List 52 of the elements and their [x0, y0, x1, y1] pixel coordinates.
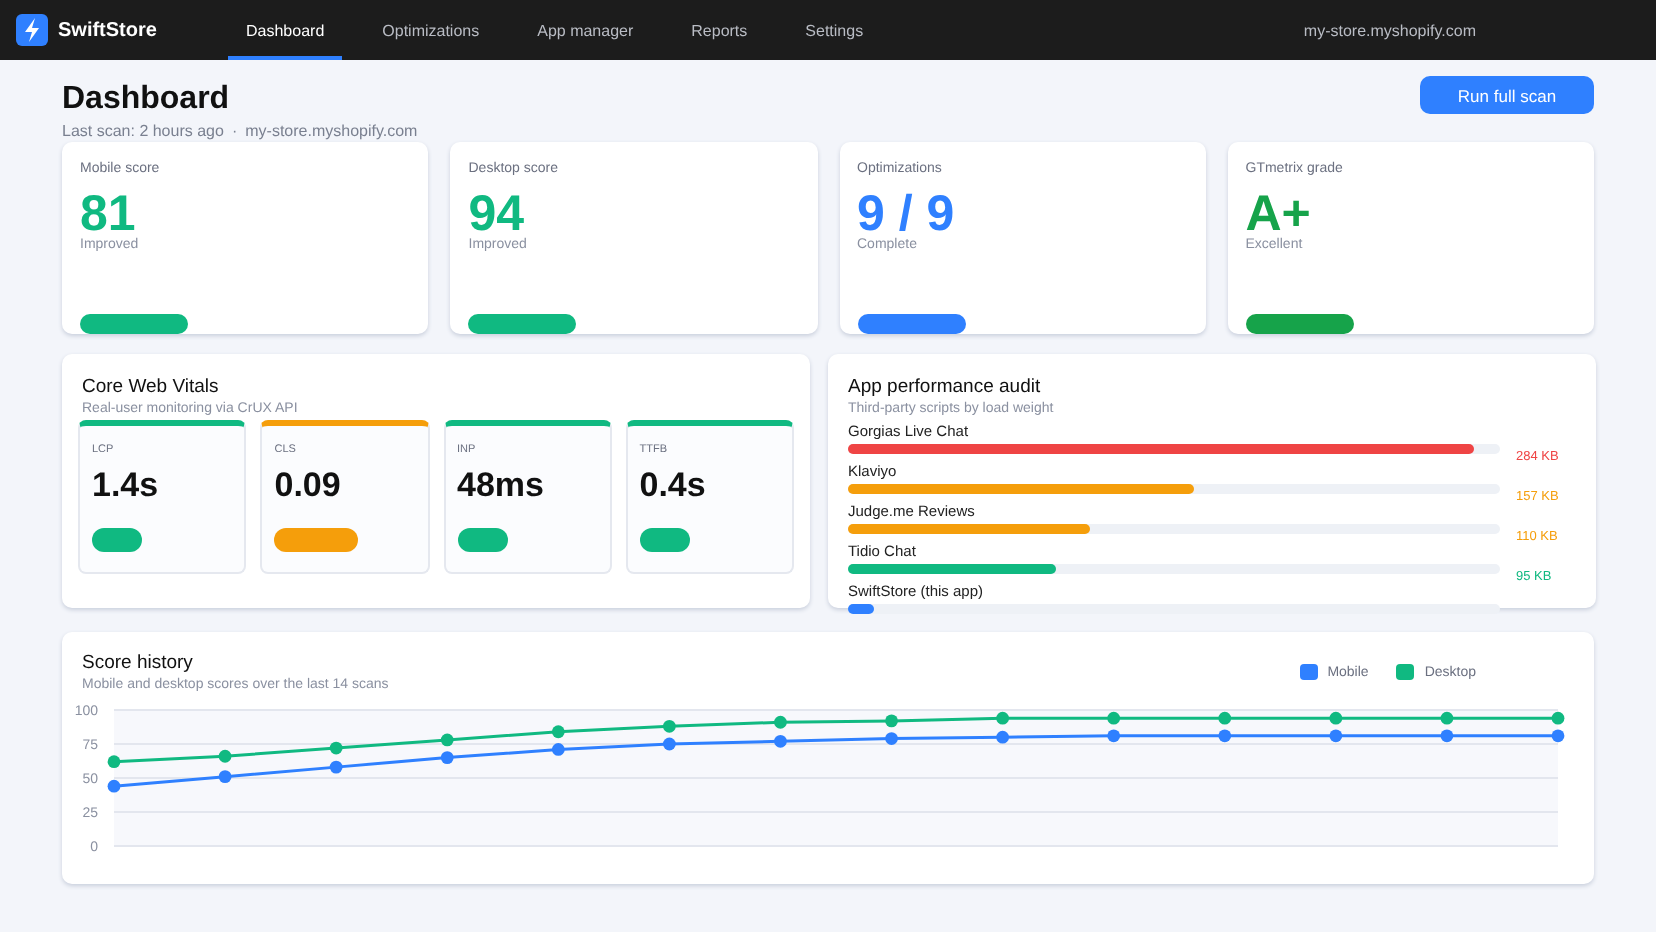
data-point [663, 737, 676, 751]
data-point [1107, 729, 1121, 743]
data-point [551, 725, 565, 739]
data-point [996, 730, 1009, 744]
data-point [1440, 711, 1454, 725]
data-point [1551, 729, 1565, 743]
card-title: Score history [82, 652, 195, 674]
data-point [440, 733, 454, 747]
data-point [774, 715, 787, 729]
data-point [885, 714, 898, 728]
data-point [551, 743, 565, 756]
run-scan-button[interactable]: Run full scan [1420, 76, 1594, 114]
data-point [1218, 711, 1232, 725]
vital-value: 1.4s [92, 466, 161, 506]
card-title: App performance audit [848, 376, 1043, 398]
nav-tab[interactable]: Settings [787, 0, 882, 60]
nav-tab[interactable]: Dashboard [228, 0, 343, 60]
card-title: Core Web Vitals [82, 376, 221, 398]
data-point [1551, 711, 1565, 725]
vital-value: 0.09 [274, 466, 343, 506]
store-domain: my-store.myshopify.com [1303, 21, 1476, 39]
stat-value: 9 / 9 [857, 190, 955, 238]
nav-tab[interactable]: Optimizations [364, 0, 498, 60]
data-point [218, 749, 232, 763]
vital-value: 48ms [457, 466, 546, 506]
nav-tab[interactable]: Reports [673, 0, 766, 60]
data-point [1329, 729, 1343, 743]
lightning-logo-icon [16, 14, 48, 46]
data-point [1329, 711, 1343, 725]
stat-value: A+ [1245, 190, 1311, 238]
data-point [107, 779, 121, 793]
data-point [440, 751, 454, 764]
data-point [329, 741, 343, 755]
separator-dot: · [231, 122, 238, 140]
data-point [218, 770, 232, 784]
stat-value: 94 [468, 190, 525, 238]
vital-value: 0.4s [639, 466, 708, 506]
data-point [885, 732, 898, 745]
data-point [996, 711, 1009, 725]
brand-name: SwiftStore [58, 19, 157, 41]
data-point [663, 719, 676, 733]
store-domain: my-store.myshopify.com [245, 122, 418, 140]
stat-value: 81 [80, 190, 136, 238]
last-scan-text: Last scan: 2 hours ago [62, 122, 224, 140]
data-point [1218, 729, 1232, 743]
data-point [774, 734, 787, 748]
page-title: Dashboard [62, 82, 232, 118]
data-point [107, 755, 121, 769]
data-point [1107, 711, 1121, 725]
data-point [1440, 729, 1454, 743]
data-point [329, 760, 343, 774]
nav-tab[interactable]: App manager [519, 0, 652, 60]
